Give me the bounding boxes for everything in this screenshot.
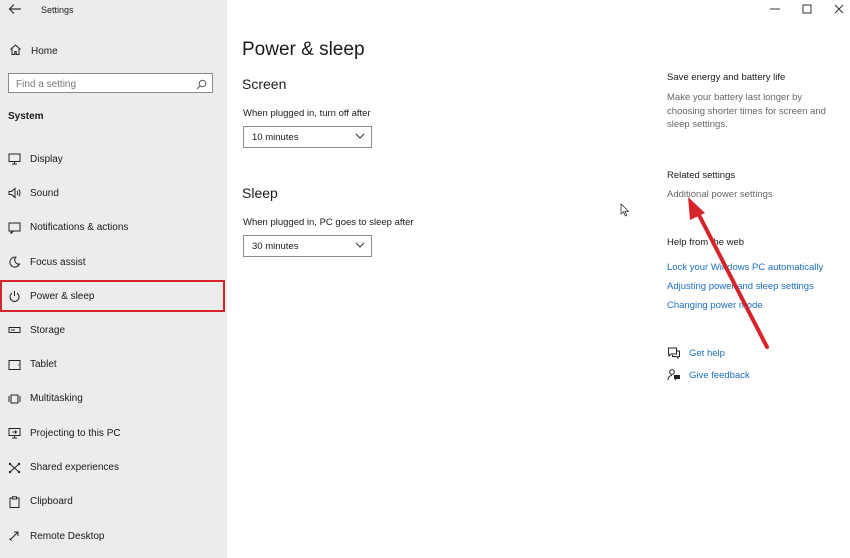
sidebar-item-label: Sound: [30, 187, 59, 199]
shared-experiences-icon: [7, 461, 21, 475]
sidebar-item-projecting[interactable]: Projecting to this PC: [0, 416, 227, 450]
sidebar-item-multitasking[interactable]: Multitasking: [0, 382, 227, 416]
screen-heading: Screen: [242, 76, 287, 92]
back-arrow-icon[interactable]: [8, 3, 26, 17]
sleep-heading: Sleep: [242, 185, 278, 201]
sleep-timeout-value: 30 minutes: [252, 240, 299, 252]
sleep-timeout-dropdown[interactable]: 30 minutes: [243, 235, 372, 257]
give-feedback-link[interactable]: Give feedback: [667, 368, 750, 382]
sidebar-item-label: Tablet: [30, 359, 57, 371]
chevron-down-icon: [355, 132, 365, 140]
sidebar-item-label: Multitasking: [30, 393, 83, 405]
sidebar-item-label: Power & sleep: [30, 290, 95, 302]
sidebar-item-label: Clipboard: [30, 496, 73, 508]
sidebar-item-label: Shared experiences: [30, 462, 119, 474]
maximize-button[interactable]: [800, 4, 814, 16]
app-title: Settings: [41, 5, 74, 15]
section-label: System: [8, 111, 44, 122]
sidebar: Settings Home System Display Sound Notif…: [0, 0, 227, 558]
tablet-icon: [7, 358, 21, 372]
sidebar-item-label: Notifications & actions: [30, 222, 129, 234]
clipboard-icon: [7, 495, 21, 509]
help-link-adjusting-power[interactable]: Adjusting power and sleep settings: [667, 281, 814, 292]
sidebar-item-clipboard[interactable]: Clipboard: [0, 485, 227, 519]
related-settings-heading: Related settings: [667, 170, 736, 181]
sidebar-item-focus-assist[interactable]: Focus assist: [0, 245, 227, 279]
chevron-down-icon: [355, 241, 365, 249]
sidebar-item-label: Storage: [30, 324, 66, 336]
sidebar-item-home[interactable]: Home: [8, 43, 58, 59]
sidebar-item-label: Display: [30, 153, 63, 165]
save-energy-text: Make your battery last longer by choosin…: [667, 92, 826, 130]
get-help-label: Get help: [689, 347, 725, 359]
sleep-timeout-label: When plugged in, PC goes to sleep after: [243, 217, 414, 228]
get-help-link[interactable]: Get help: [667, 346, 725, 360]
search-field[interactable]: [8, 73, 213, 94]
sidebar-item-shared-experiences[interactable]: Shared experiences: [0, 450, 227, 484]
home-label: Home: [31, 45, 58, 57]
mouse-cursor-icon: [620, 203, 630, 217]
remote-desktop-icon: [7, 529, 21, 543]
sidebar-item-notifications[interactable]: Notifications & actions: [0, 211, 227, 245]
sidebar-item-storage[interactable]: Storage: [0, 313, 227, 347]
power-icon: [7, 289, 21, 303]
additional-power-settings-link[interactable]: Additional power settings: [667, 189, 773, 200]
search-input[interactable]: [9, 75, 196, 94]
speaker-icon: [7, 186, 21, 200]
page-title: Power & sleep: [242, 39, 365, 60]
screen-timeout-value: 10 minutes: [252, 131, 299, 143]
save-energy-heading: Save energy and battery life: [667, 72, 786, 83]
sidebar-item-tablet[interactable]: Tablet: [0, 347, 227, 381]
sidebar-item-sound[interactable]: Sound: [0, 176, 227, 210]
projecting-icon: [7, 426, 21, 440]
screen-timeout-dropdown[interactable]: 10 minutes: [243, 126, 372, 148]
sidebar-item-display[interactable]: Display: [0, 142, 227, 176]
give-feedback-label: Give feedback: [689, 369, 750, 381]
sidebar-item-remote-desktop[interactable]: Remote Desktop: [0, 519, 227, 553]
chat-help-icon: [667, 346, 681, 360]
notification-icon: [7, 221, 21, 235]
moon-icon: [7, 255, 21, 269]
sidebar-item-label: Focus assist: [30, 256, 86, 268]
help-web-heading: Help from the web: [667, 237, 745, 248]
sidebar-item-power-sleep[interactable]: Power & sleep: [0, 280, 225, 312]
storage-icon: [7, 323, 21, 337]
feedback-icon: [667, 368, 681, 382]
minimize-button[interactable]: [768, 4, 782, 16]
screen-timeout-label: When plugged in, turn off after: [243, 108, 371, 119]
monitor-icon: [7, 152, 21, 166]
home-icon: [8, 43, 22, 59]
help-link-power-mode[interactable]: Changing power mode: [667, 300, 763, 311]
search-icon[interactable]: [196, 77, 207, 90]
sidebar-item-label: Projecting to this PC: [30, 427, 121, 439]
close-button[interactable]: [832, 4, 846, 16]
multitasking-icon: [7, 392, 21, 406]
sidebar-item-label: Remote Desktop: [30, 530, 105, 542]
help-link-lock-pc[interactable]: Lock your Windows PC automatically: [667, 262, 823, 273]
sidebar-nav: Display Sound Notifications & actions Fo…: [0, 142, 227, 553]
